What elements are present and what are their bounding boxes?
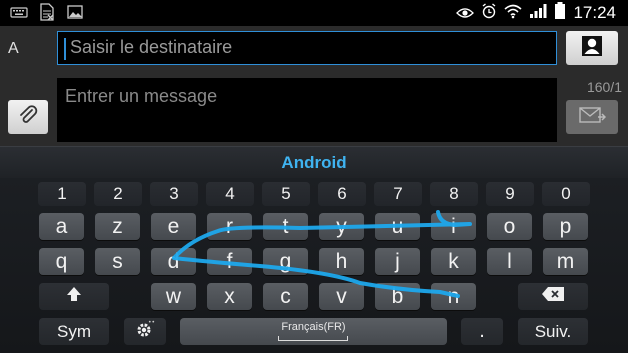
key-r[interactable]: r xyxy=(207,213,252,240)
space-language-label: Français(FR) xyxy=(281,321,346,333)
key-j[interactable]: j xyxy=(375,248,420,275)
key-d[interactable]: d xyxy=(151,248,196,275)
recipient-placeholder: Saisir le destinataire xyxy=(70,37,233,57)
image-icon xyxy=(66,3,84,21)
alarm-icon xyxy=(481,3,497,23)
key-1[interactable]: 1 xyxy=(38,182,86,206)
recipient-label: A xyxy=(8,40,19,57)
key-b[interactable]: b xyxy=(375,283,420,310)
backspace-key[interactable] xyxy=(518,283,588,310)
shift-key[interactable] xyxy=(39,283,109,310)
key-2[interactable]: 2 xyxy=(94,182,142,206)
key-4[interactable]: 4 xyxy=(206,182,254,206)
send-button[interactable] xyxy=(566,100,618,134)
status-bar: 17:24 xyxy=(0,0,628,26)
message-input[interactable]: Entrer un message xyxy=(57,78,557,142)
key-p[interactable]: p xyxy=(543,213,588,240)
paperclip-icon xyxy=(18,104,38,130)
key-n[interactable]: n xyxy=(431,283,476,310)
key-8[interactable]: 8 xyxy=(430,182,478,206)
gear-icon: ••• xyxy=(134,319,159,344)
key-u[interactable]: u xyxy=(375,213,420,240)
key-3[interactable]: 3 xyxy=(150,182,198,206)
send-message-icon xyxy=(578,105,607,129)
key-w[interactable]: w xyxy=(151,283,196,310)
contact-icon xyxy=(581,35,603,61)
add-contact-button[interactable] xyxy=(566,31,618,65)
key-i[interactable]: i xyxy=(431,213,476,240)
key-6[interactable]: 6 xyxy=(318,182,366,206)
period-key[interactable]: . xyxy=(461,318,503,345)
key-z[interactable]: z xyxy=(95,213,140,240)
sym-key[interactable]: Sym xyxy=(39,318,109,345)
key-v[interactable]: v xyxy=(319,283,364,310)
next-key[interactable]: Suiv. xyxy=(518,318,588,345)
settings-key[interactable]: ••• xyxy=(124,318,166,345)
key-h[interactable]: h xyxy=(319,248,364,275)
status-time: 17:24 xyxy=(573,3,616,22)
key-a[interactable]: a xyxy=(39,213,84,240)
shift-arrow-icon xyxy=(65,285,83,308)
suggestion-word[interactable]: Android xyxy=(281,153,346,173)
key-5[interactable]: 5 xyxy=(262,182,310,206)
keyboard-icon xyxy=(10,3,28,21)
key-t[interactable]: t xyxy=(263,213,308,240)
battery-icon xyxy=(554,2,566,24)
signal-icon xyxy=(529,3,547,23)
key-0[interactable]: 0 xyxy=(542,182,590,206)
wifi-icon xyxy=(504,3,522,23)
key-x[interactable]: x xyxy=(207,283,252,310)
message-placeholder: Entrer un message xyxy=(65,86,218,106)
key-f[interactable]: f xyxy=(207,248,252,275)
key-s[interactable]: s xyxy=(95,248,140,275)
key-y[interactable]: y xyxy=(319,213,364,240)
space-bar-icon xyxy=(278,336,348,341)
recipient-input[interactable]: Saisir le destinataire xyxy=(57,31,557,65)
key-k[interactable]: k xyxy=(431,248,476,275)
key-q[interactable]: q xyxy=(39,248,84,275)
key-7[interactable]: 7 xyxy=(374,182,422,206)
key-o[interactable]: o xyxy=(487,213,532,240)
sim-card-icon xyxy=(38,3,56,21)
key-m[interactable]: m xyxy=(543,248,588,275)
compose-area: A Saisir le destinataire Entrer un messa… xyxy=(0,26,628,146)
eye-icon xyxy=(456,4,475,23)
key-g[interactable]: g xyxy=(263,248,308,275)
key-l[interactable]: l xyxy=(487,248,532,275)
space-key[interactable]: Français(FR) xyxy=(180,318,447,345)
suggestion-bar: Android xyxy=(0,146,628,178)
key-9[interactable]: 9 xyxy=(486,182,534,206)
attach-button[interactable] xyxy=(8,100,48,134)
backspace-icon xyxy=(541,286,565,307)
key-c[interactable]: c xyxy=(263,283,308,310)
svg-text:•••: ••• xyxy=(148,319,156,326)
key-e[interactable]: e xyxy=(151,213,196,240)
char-counter: 160/1 xyxy=(586,79,622,95)
